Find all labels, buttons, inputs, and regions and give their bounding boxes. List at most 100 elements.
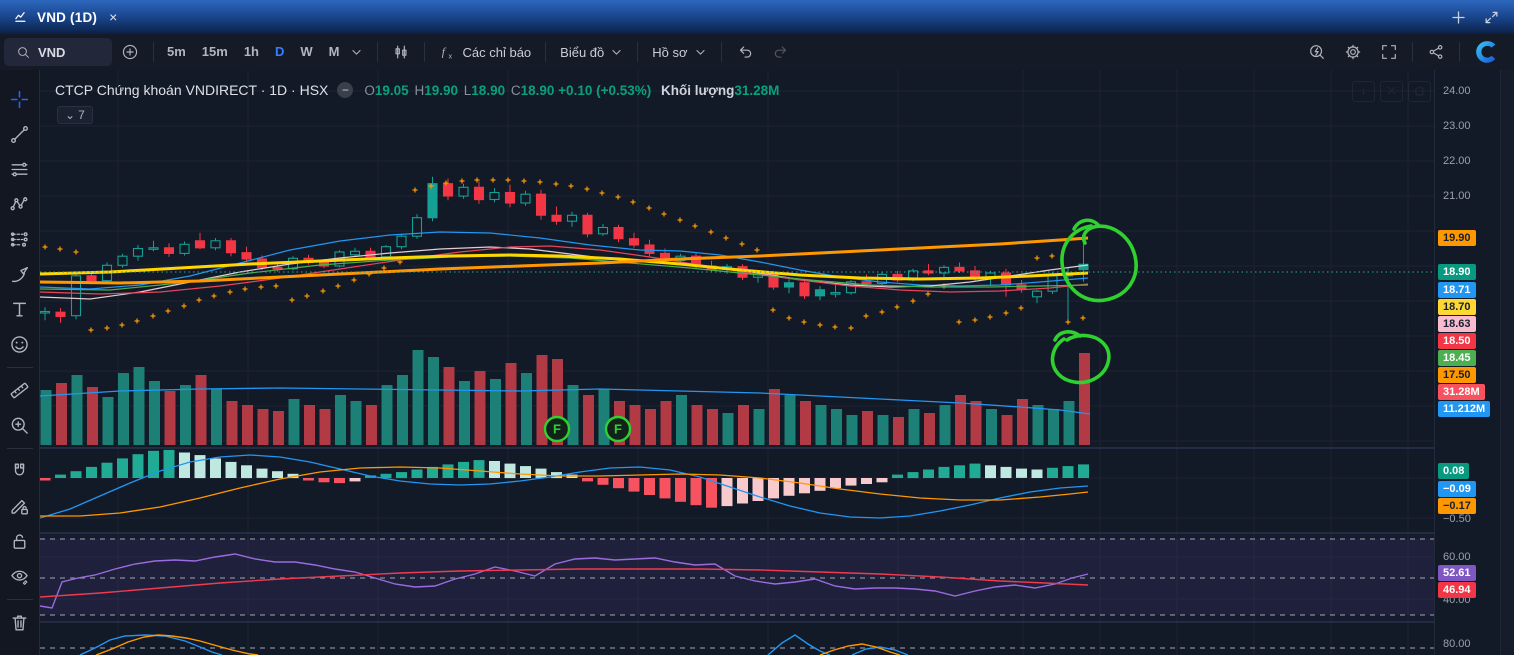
chevron-down-icon — [350, 46, 363, 59]
timeframe-D[interactable]: D — [267, 44, 292, 59]
emoji-tool[interactable] — [3, 327, 37, 362]
xabcd-pattern-tool[interactable] — [3, 187, 37, 222]
tab-close-icon[interactable]: × — [109, 9, 117, 25]
timeframe-5m[interactable]: 5m — [159, 44, 194, 59]
axis-badge-18.45: 18.45 — [1438, 350, 1476, 366]
open-value: 19.05 — [374, 82, 409, 98]
volume-label: Khối lượng — [661, 82, 735, 98]
axis-badge-31.28M: 31.28M — [1438, 384, 1485, 400]
smiley-icon — [9, 334, 30, 355]
symbol-search-value: VND — [38, 44, 66, 60]
undo-button[interactable] — [727, 34, 763, 70]
symbol-search[interactable]: VND — [4, 38, 112, 66]
drawing-toolbar — [0, 70, 40, 655]
hide-drawings-tool[interactable] — [3, 559, 37, 594]
redo-button[interactable] — [763, 34, 799, 70]
redo-icon — [772, 43, 790, 61]
axis-badge-18.70: 18.70 — [1438, 299, 1476, 315]
timeframe-1h[interactable]: 1h — [236, 44, 267, 59]
chevron-down-icon: ⌄ — [65, 108, 76, 122]
chart-area[interactable]: FF CTCP Chứng khoán VNDIRECT · 1D · HSX … — [40, 70, 1434, 655]
toolbar-separator — [637, 42, 639, 62]
pane-maximize-button[interactable]: ▢ — [1408, 81, 1431, 102]
candlestick-style-icon — [392, 43, 410, 61]
timeframe-menu-button[interactable] — [348, 34, 372, 70]
quick-search-button[interactable] — [1299, 34, 1335, 70]
svg-text:F: F — [553, 422, 561, 437]
pattern-icon — [9, 194, 30, 215]
profile-menu-button[interactable]: Hồ sơ — [643, 34, 715, 70]
svg-text:F: F — [614, 422, 622, 437]
chart-menu-label: Biểu đồ — [560, 44, 605, 60]
hidden-indicators-button[interactable]: ⌄ 7 — [57, 106, 93, 124]
axis-badge-46.94: 46.94 — [1438, 582, 1476, 598]
lock-drawings-tool[interactable] — [3, 489, 37, 524]
compare-add-button[interactable] — [112, 34, 148, 70]
low-value: 18.90 — [471, 82, 506, 98]
toolbar-separator — [1412, 42, 1413, 62]
fullscreen-icon — [1380, 43, 1398, 61]
text-tool[interactable] — [3, 292, 37, 327]
chart-legend: CTCP Chứng khoán VNDIRECT · 1D · HSX − O… — [55, 82, 779, 98]
timeframe-group: 5m 15m 1h D W M — [159, 43, 348, 61]
axis-badge-18.90: 18.90 — [1438, 264, 1476, 280]
high-label: H — [414, 82, 425, 98]
indicators-button[interactable]: fx Các chỉ báo — [430, 34, 541, 70]
fullscreen-button[interactable] — [1371, 34, 1407, 70]
toolbar-separator — [1459, 42, 1460, 62]
expand-window-icon[interactable] — [1483, 9, 1500, 26]
settings-button[interactable] — [1335, 34, 1371, 70]
axis-badge-0.08: 0.08 — [1438, 463, 1470, 479]
profile-menu-label: Hồ sơ — [652, 44, 688, 60]
pane-collapse-button[interactable]: ⤫ — [1380, 81, 1403, 102]
timeframe-M[interactable]: M — [321, 44, 348, 59]
axis-tick-80.00: 80.00 — [1443, 638, 1471, 650]
gear-icon — [1344, 43, 1362, 61]
crosshair-tool[interactable] — [3, 82, 37, 117]
chart-tab-title: VND (1D) — [37, 9, 98, 25]
share-icon — [1427, 43, 1445, 61]
hidden-indicators-count: 7 — [78, 108, 85, 122]
breakout-candle-circle — [1060, 218, 1138, 303]
quick-search-icon — [1308, 43, 1326, 61]
unlock-tool[interactable] — [3, 524, 37, 559]
app-logo[interactable] — [1465, 34, 1514, 70]
close-label: C — [510, 82, 521, 98]
chart-tab[interactable]: VND (1D) × — [0, 0, 131, 34]
search-icon — [16, 45, 31, 60]
text-icon — [9, 299, 30, 320]
toolbar-separator — [545, 42, 547, 62]
add-panel-icon[interactable] — [1450, 9, 1467, 26]
brush-tool[interactable] — [3, 257, 37, 292]
trend-line-tool[interactable] — [3, 117, 37, 152]
price-axis[interactable]: 24.00 23.00 22.00 21.00 −0.50 60.00 40.00 80.00… — [1434, 70, 1501, 655]
lock-icon — [9, 531, 30, 552]
toolbar-separator — [423, 42, 425, 62]
chart-style-button[interactable] — [383, 34, 419, 70]
axis-badge-11.212M: 11.212M — [1438, 401, 1491, 417]
axis-badge-18.50: 18.50 — [1438, 333, 1476, 349]
symbol-description[interactable]: CTCP Chứng khoán VNDIRECT · 1D · HSX — [55, 82, 328, 98]
pencil_lock-icon — [9, 496, 30, 517]
measure-tool[interactable] — [3, 373, 37, 408]
magnet-tool[interactable] — [3, 454, 37, 489]
timeframe-15m[interactable]: 15m — [194, 44, 236, 59]
zoom-in-tool[interactable] — [3, 408, 37, 443]
chevron-down-icon — [694, 46, 707, 59]
indicators-label: Các chỉ báo — [462, 44, 532, 60]
chart-canvas[interactable]: FF — [40, 70, 1434, 655]
remove-drawings-tool[interactable] — [3, 605, 37, 640]
forecast-tool[interactable] — [3, 222, 37, 257]
legend-collapse-button[interactable]: − — [337, 82, 354, 98]
share-button[interactable] — [1418, 34, 1454, 70]
open-label: O — [364, 82, 375, 98]
timeframe-W[interactable]: W — [292, 44, 320, 59]
ruler-icon — [9, 380, 30, 401]
close-value: 18.90 — [520, 82, 555, 98]
change-value: +0.10 (+0.53%) — [558, 82, 652, 98]
pane-move-down-button[interactable]: ↓ — [1352, 81, 1375, 102]
parallel-lines-tool[interactable] — [3, 152, 37, 187]
plus-circle-icon — [121, 43, 139, 61]
zoomin-icon — [9, 415, 30, 436]
chart-menu-button[interactable]: Biểu đồ — [551, 34, 632, 70]
